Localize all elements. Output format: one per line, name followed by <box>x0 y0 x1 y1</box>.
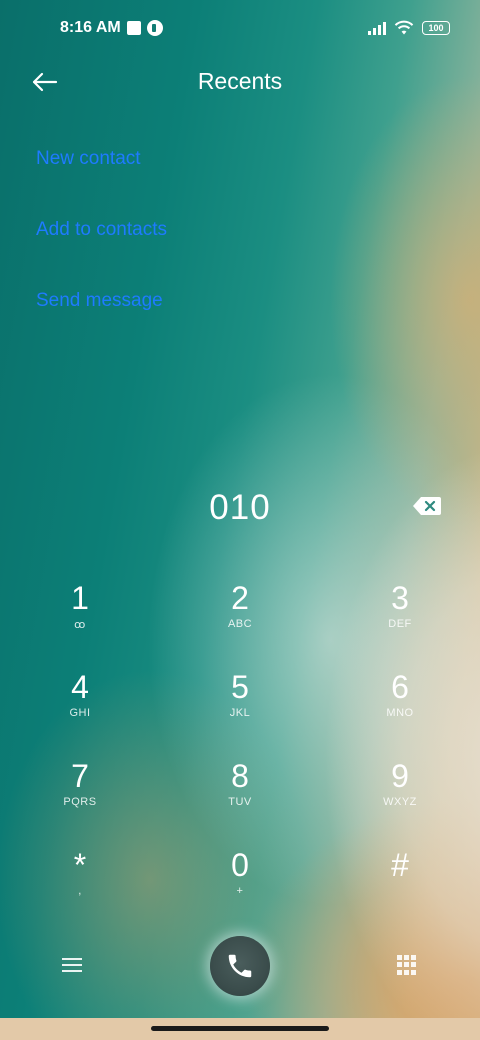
key-digit: 4 <box>71 669 89 705</box>
key-letters: DEF <box>388 618 412 630</box>
key-4[interactable]: 4 GHI <box>20 669 140 749</box>
signal-icon <box>368 21 386 35</box>
backspace-icon[interactable] <box>412 494 442 518</box>
add-to-contacts-link[interactable]: Add to contacts <box>36 219 167 241</box>
key-digit: 7 <box>71 758 89 794</box>
key-letters: JKL <box>229 707 251 719</box>
key-6[interactable]: 6 MNO <box>340 669 460 749</box>
key-0[interactable]: 0 + <box>180 847 300 927</box>
new-contact-link[interactable]: New contact <box>36 148 141 170</box>
key-digit: 5 <box>231 669 249 705</box>
key-letters: PQRS <box>63 796 97 808</box>
app-notification-icon <box>146 20 163 36</box>
voicemail-icon: ꝏ <box>74 619 86 631</box>
key-7[interactable]: 7 PQRS <box>20 758 140 838</box>
key-digit: 6 <box>391 669 409 705</box>
key-2[interactable]: 2 ABC <box>180 580 300 660</box>
key-digit: 0 <box>231 847 249 883</box>
key-digit: 1 <box>71 580 89 616</box>
dialed-number: 010 <box>209 488 271 527</box>
page-title: Recents <box>197 68 283 94</box>
status-time: 8:16 AM <box>60 19 121 36</box>
key-letters: MNO <box>386 707 414 719</box>
wifi-icon <box>394 20 414 35</box>
phone-icon <box>228 954 252 978</box>
key-letters: + <box>236 885 244 897</box>
menu-icon[interactable] <box>62 954 84 974</box>
key-1[interactable]: 1 ꝏ <box>20 580 140 660</box>
key-hash[interactable]: # <box>340 847 460 927</box>
key-letters: , <box>78 885 82 897</box>
key-digit: 2 <box>231 580 249 616</box>
status-bar: 8:16 AM 100 <box>0 0 480 56</box>
keypad-toggle-icon[interactable] <box>397 955 417 975</box>
home-indicator[interactable] <box>151 1026 329 1031</box>
key-letters: TUV <box>228 796 252 808</box>
key-star[interactable]: * , <box>20 847 140 927</box>
key-digit: 9 <box>391 758 409 794</box>
key-letters: GHI <box>69 707 91 719</box>
key-3[interactable]: 3 DEF <box>340 580 460 660</box>
key-letters: WXYZ <box>383 796 417 808</box>
key-8[interactable]: 8 TUV <box>180 758 300 838</box>
send-message-link[interactable]: Send message <box>36 290 163 312</box>
key-digit: * <box>73 847 87 883</box>
key-5[interactable]: 5 JKL <box>180 669 300 749</box>
key-digit: # <box>391 847 409 883</box>
key-digit: 3 <box>391 580 409 616</box>
battery-icon: 100 <box>422 21 450 35</box>
notification-square-icon <box>126 21 141 35</box>
key-9[interactable]: 9 WXYZ <box>340 758 460 838</box>
key-digit: 8 <box>231 758 249 794</box>
header: Recents <box>0 56 480 106</box>
call-button[interactable] <box>210 936 270 996</box>
key-letters: ABC <box>227 618 253 630</box>
